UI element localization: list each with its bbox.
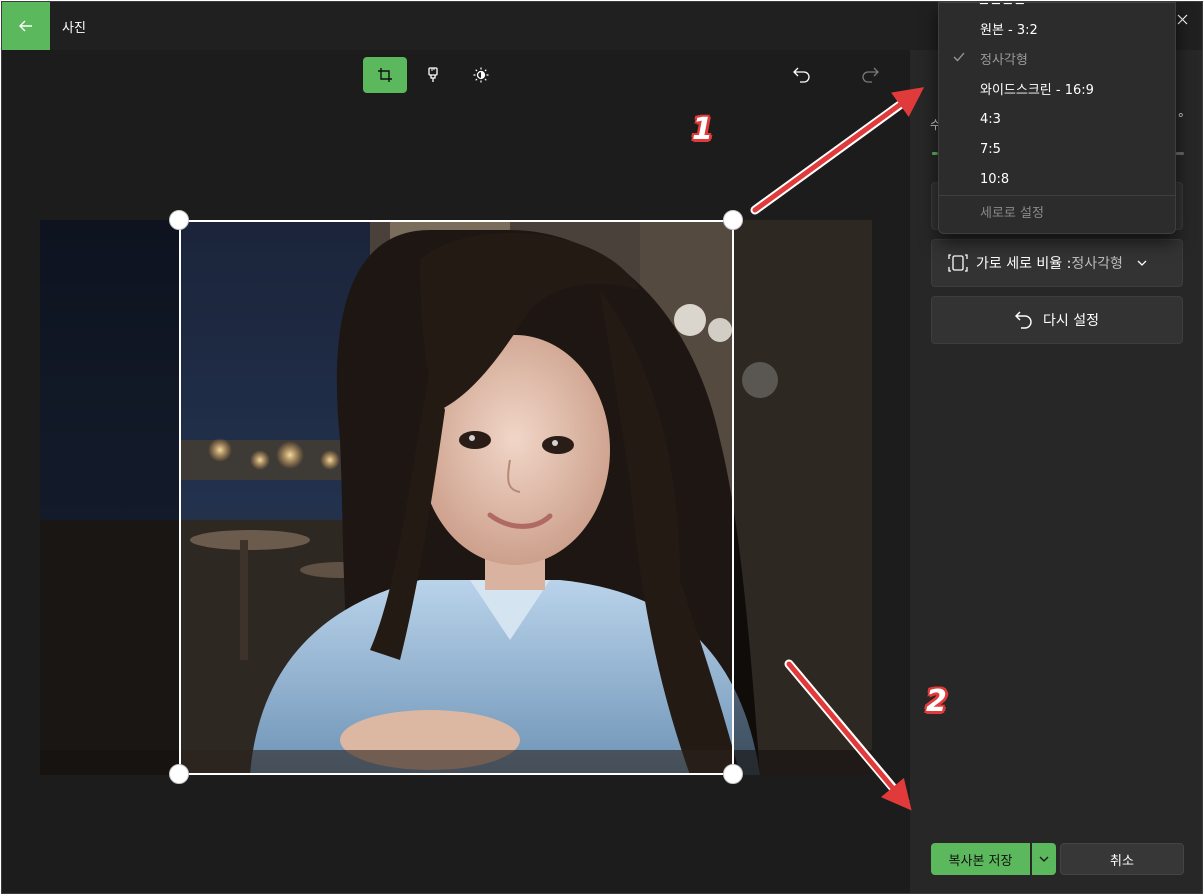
arrow-1 (752, 87, 925, 213)
annotation-arrows (750, 87, 925, 811)
annotation-number-2: 2 (926, 684, 947, 719)
arrow-2 (786, 661, 912, 811)
annotation-number-1: 1 (692, 112, 713, 147)
